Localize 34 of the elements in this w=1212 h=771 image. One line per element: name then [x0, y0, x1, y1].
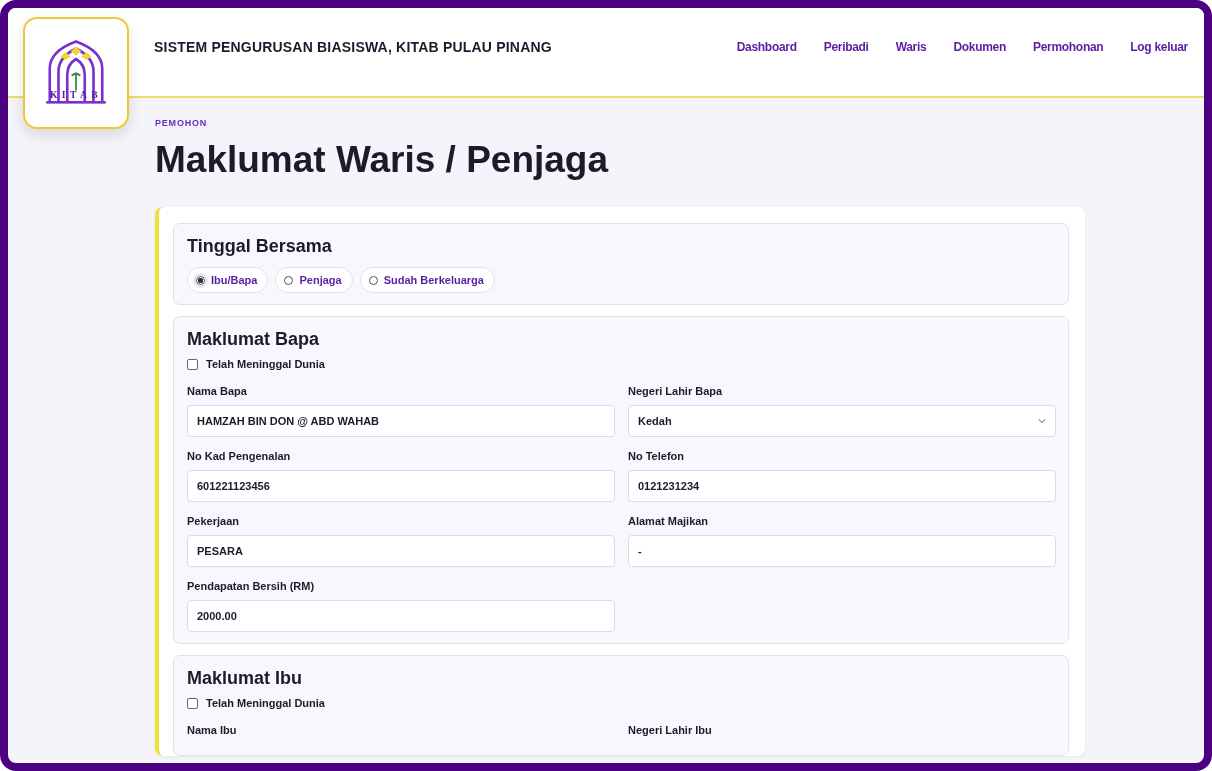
input-field[interactable]: 0121231234 — [628, 470, 1056, 503]
page-eyebrow: PEMOHON — [155, 118, 209, 128]
section-title: Maklumat Bapa — [187, 329, 321, 351]
input-field[interactable]: 601221123456 — [187, 470, 615, 503]
checkbox-option[interactable]: Telah Meninggal Dunia — [187, 697, 1056, 710]
input-field[interactable]: 2000.00 — [187, 600, 615, 633]
radio-option[interactable]: Sudah Berkeluarga — [359, 267, 495, 294]
radio-option[interactable]: Ibu/Bapa — [187, 267, 269, 294]
chevron-down-icon — [1038, 418, 1046, 425]
site-title: SISTEM PENGURUSAN BIASISWA, KITAB PULAU PINANG — [154, 39, 553, 55]
field-label: No Telefon — [628, 450, 685, 463]
input-field[interactable]: - — [628, 535, 1056, 568]
section-title: Tinggal Bersama — [187, 236, 333, 258]
checkbox-option[interactable]: Telah Meninggal Dunia — [187, 358, 1056, 371]
nav-link[interactable]: Dashboard — [736, 40, 797, 54]
input-field[interactable]: PESARA — [187, 535, 615, 568]
select-field[interactable]: Kedah — [628, 405, 1056, 438]
field-label: No Kad Pengenalan — [187, 450, 292, 463]
nav-link[interactable]: Dokumen — [953, 40, 1006, 54]
nav-link[interactable]: Peribadi — [823, 40, 869, 54]
input-field[interactable]: HAMZAH BIN DON @ ABD WAHAB — [187, 405, 615, 438]
nav-link[interactable]: Log keluar — [1130, 40, 1188, 54]
radio-option[interactable]: Penjaga — [275, 267, 353, 294]
field-label: Alamat Majikan — [628, 515, 710, 528]
section-title: Maklumat Ibu — [187, 668, 303, 690]
field-label: Negeri Lahir Bapa — [628, 385, 724, 398]
field-label: Nama Bapa — [187, 385, 248, 398]
nav-link[interactable]: Waris — [895, 40, 927, 54]
field-label: Pekerjaan — [187, 515, 240, 528]
page-heading: Maklumat Waris / Penjaga — [155, 138, 610, 182]
field-label: Negeri Lahir Ibu — [628, 724, 713, 737]
field-label: Pendapatan Bersih (RM) — [187, 580, 316, 593]
field-label: Nama Ibu — [187, 724, 238, 737]
nav-link[interactable]: Permohonan — [1032, 40, 1104, 54]
